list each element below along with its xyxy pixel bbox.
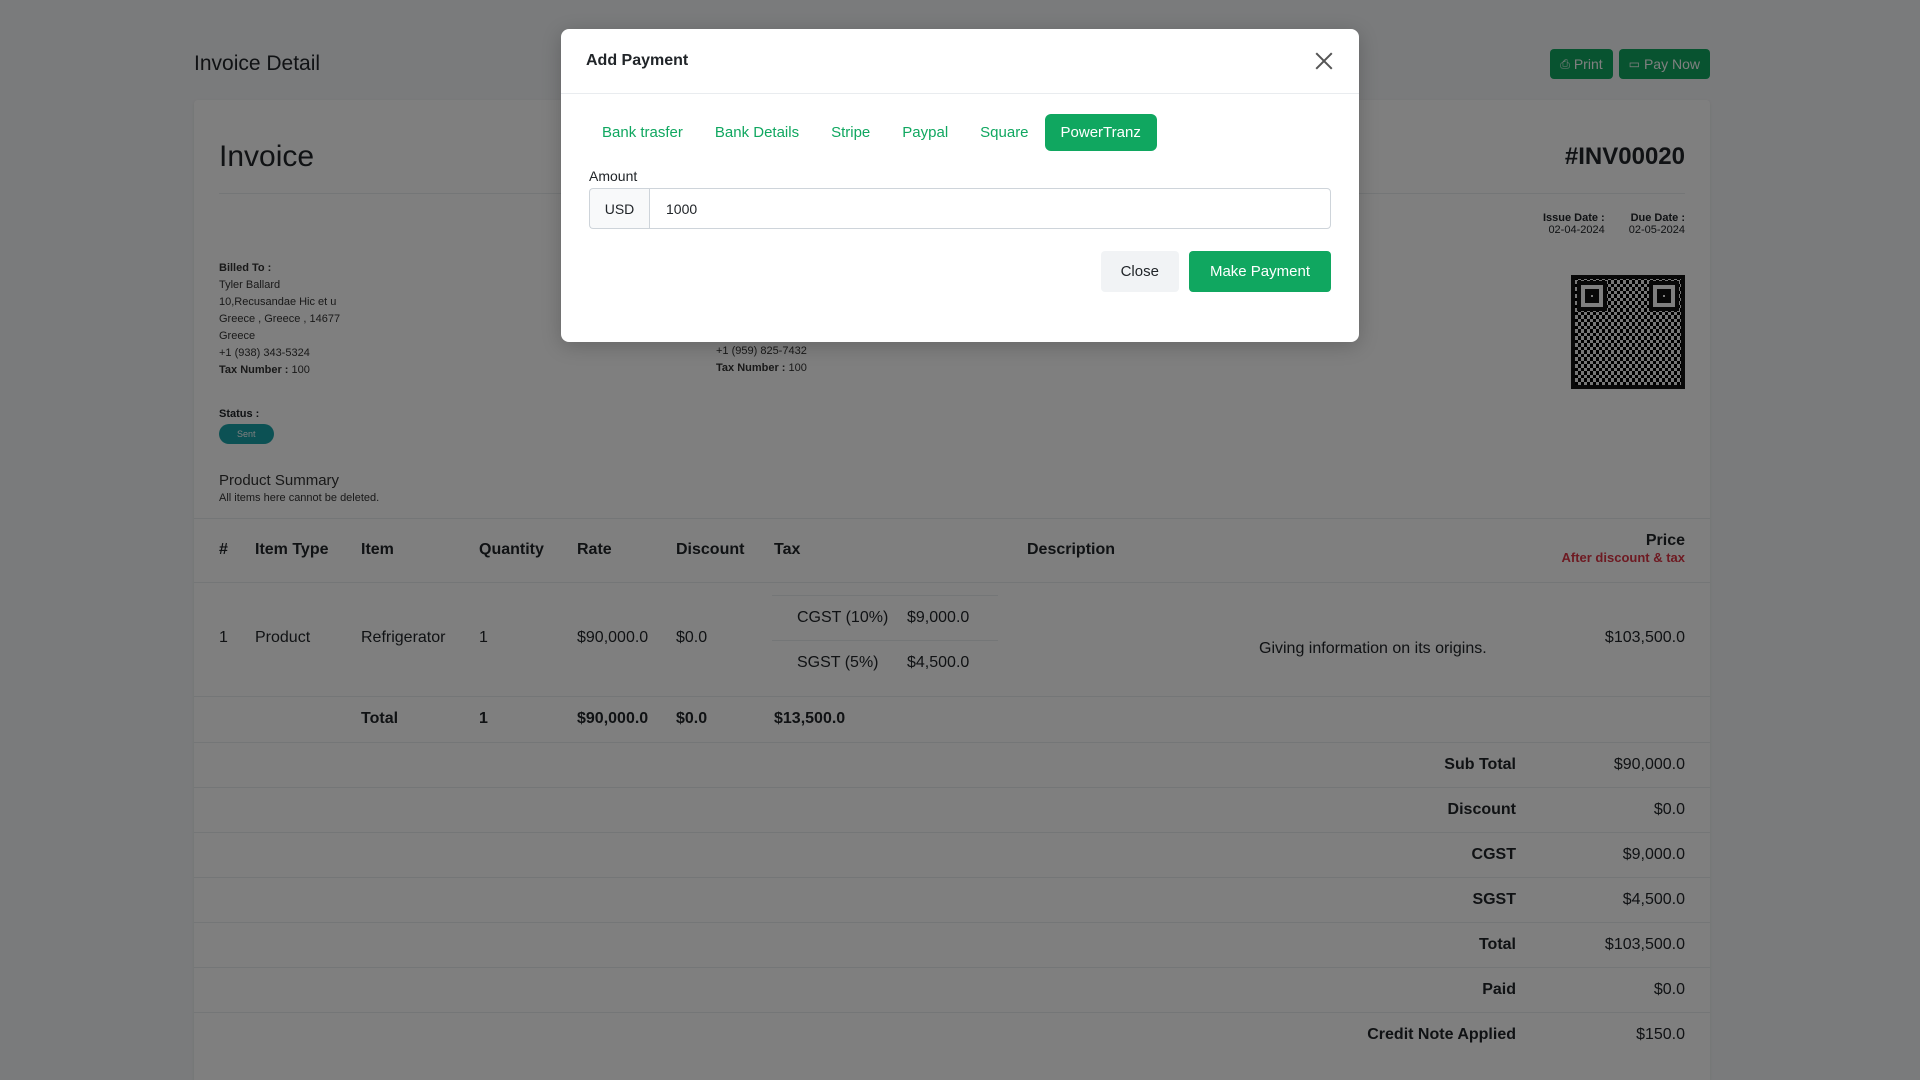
add-payment-modal: Add Payment Bank trasfer Bank Details St… xyxy=(561,29,1359,342)
close-icon[interactable] xyxy=(1314,51,1334,71)
tab-bank-transfer[interactable]: Bank trasfer xyxy=(586,114,699,151)
modal-actions: Close Make Payment xyxy=(1100,251,1331,292)
tab-powertranz[interactable]: PowerTranz xyxy=(1044,114,1157,151)
tab-stripe[interactable]: Stripe xyxy=(815,114,886,151)
make-payment-button[interactable]: Make Payment xyxy=(1188,251,1331,292)
currency-addon: USD xyxy=(589,188,649,229)
amount-label: Amount xyxy=(589,168,638,184)
payment-method-tabs: Bank trasfer Bank Details Stripe Paypal … xyxy=(586,114,1157,151)
tab-bank-details[interactable]: Bank Details xyxy=(699,114,815,151)
modal-title: Add Payment xyxy=(586,52,689,69)
amount-input[interactable] xyxy=(649,188,1331,229)
tab-paypal[interactable]: Paypal xyxy=(886,114,964,151)
amount-input-group: USD xyxy=(589,188,1331,229)
modal-header: Add Payment xyxy=(561,29,1359,94)
close-button[interactable]: Close xyxy=(1100,251,1179,292)
tab-square[interactable]: Square xyxy=(964,114,1044,151)
